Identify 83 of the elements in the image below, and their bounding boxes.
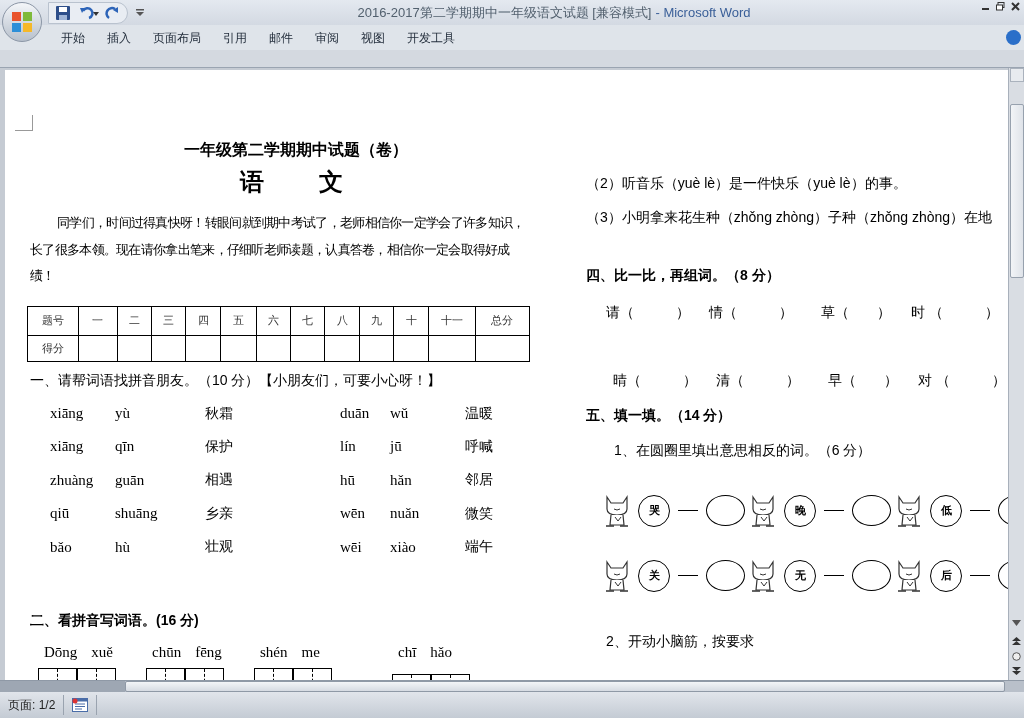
word-blank: 请（ ） — [606, 303, 691, 322]
word: 温暖 — [465, 403, 494, 423]
ribbon-tab[interactable]: 开始 — [50, 26, 96, 49]
task-instruction: 2、开动小脑筋，按要求 — [605, 632, 755, 651]
word: 呼喊 — [465, 437, 494, 457]
word-blank: 早（ ） — [828, 371, 899, 390]
word-blank: 草（ ） — [821, 303, 892, 322]
pinyin: hǎn — [390, 470, 413, 490]
intro-paragraph: 同学们，时间过得真快呀！转眼间就到期中考试了，老师相信你一定学会了许多知识，长了很多本领。现在请你拿出笔来，仔细听老师读题，认真答卷，相信你一定会取得好成绩！ — [29, 214, 526, 285]
app-name: - Microsoft Word — [655, 3, 751, 22]
column-header: 十一 — [428, 306, 476, 335]
pinyin: chī — [398, 643, 417, 663]
section-heading: 二、看拼音写词语。(16 分) — [29, 611, 200, 631]
column-header: 五 — [220, 306, 257, 335]
section-heading: 五、填一填。（14 分） — [586, 406, 733, 425]
window-title: 2016-2017第二学期期中一年级语文试题 [兼容模式] — [357, 3, 652, 22]
column-header: 八 — [324, 306, 360, 335]
pinyin: me — [301, 643, 320, 663]
word: 壮观 — [205, 537, 234, 557]
task-instruction: 1、在圆圈里填出意思相反的词。（6 分） — [613, 441, 873, 460]
pinyin: duān — [340, 403, 371, 423]
word-blank: 对 （ ） — [918, 371, 1007, 390]
pinyin: jū — [390, 437, 403, 457]
pinyin: xuě — [91, 643, 113, 663]
word: 相遇 — [205, 470, 234, 490]
pinyin: yù — [115, 403, 131, 423]
ribbon-tab[interactable]: 邮件 — [258, 26, 304, 49]
pinyin: xiào — [390, 537, 417, 557]
pinyin: chūn — [152, 643, 182, 663]
word: 微笑 — [465, 503, 494, 523]
subject-title: 文 — [318, 167, 343, 197]
ribbon-tab[interactable]: 引用 — [212, 26, 258, 49]
pinyin: fēng — [195, 643, 222, 663]
word: 端午 — [465, 537, 494, 557]
ribbon-tab[interactable]: 视图 — [350, 26, 396, 49]
column-header: 四 — [185, 306, 221, 335]
pinyin: wǔ — [390, 403, 410, 423]
ribbon-tab[interactable]: 页面布局 — [142, 26, 212, 49]
pinyin: shuāng — [115, 504, 159, 524]
column-header: 十 — [393, 306, 429, 335]
row-header: 得分 — [27, 335, 79, 361]
pinyin: wēn — [340, 504, 366, 524]
exam-title: 一年级第二学期期中试题（卷） — [184, 140, 408, 160]
word: 秋霜 — [205, 403, 234, 423]
pinyin: wēi — [340, 537, 363, 557]
pinyin: hù — [115, 537, 131, 557]
word: 邻居 — [465, 470, 494, 490]
pinyin: bǎo — [50, 537, 73, 557]
section-heading: 一、请帮词语找拼音朋友。（10 分）【小朋友们，可要小心呀！】 — [29, 370, 443, 390]
subject-title: 语 — [239, 167, 264, 197]
word: 乡亲 — [205, 503, 234, 523]
section-heading: 四、比一比，再组词。（8 分） — [586, 266, 781, 285]
column-header: 二 — [117, 306, 152, 335]
ribbon-tab[interactable]: 审阅 — [304, 26, 350, 49]
pinyin: zhuàng — [50, 470, 95, 490]
question-line: （3）小明拿来花生种（zhǒng zhòng）子种（zhǒng zhòng）在地 — [586, 207, 994, 227]
ribbon-tab[interactable]: 插入 — [96, 26, 142, 49]
pinyin: lín — [340, 437, 357, 457]
question-line: （2）听音乐（yuè lè）是一件快乐（yuè lè）的事。 — [586, 173, 908, 193]
column-header: 一 — [78, 306, 118, 335]
column-header: 六 — [256, 306, 291, 335]
pinyin: qīn — [115, 437, 136, 457]
word-blank: 时 （ ） — [911, 303, 1000, 322]
pinyin: nuǎn — [390, 504, 421, 524]
ribbon-tab[interactable]: 开发工具 — [396, 26, 466, 49]
page-count[interactable]: 页面: 1/2 — [0, 695, 65, 715]
column-header: 九 — [359, 306, 394, 335]
row-header: 题号 — [27, 306, 79, 335]
column-header: 总分 — [475, 306, 530, 335]
pinyin: shén — [260, 643, 288, 663]
pinyin: hǎo — [430, 643, 452, 663]
word: 保护 — [205, 437, 234, 457]
column-header: 七 — [290, 306, 325, 335]
pinyin: qiū — [50, 504, 71, 524]
word-blank: 情（ ） — [709, 303, 794, 322]
word-blank: 清（ ） — [716, 371, 801, 390]
pinyin: xiāng — [50, 437, 85, 457]
word-blank: 晴（ ） — [613, 371, 698, 390]
column-header: 三 — [151, 306, 186, 335]
pinyin: xiāng — [50, 403, 85, 423]
pinyin: guān — [115, 470, 146, 490]
pinyin: Dōng — [44, 643, 78, 663]
pinyin: hū — [340, 470, 356, 490]
